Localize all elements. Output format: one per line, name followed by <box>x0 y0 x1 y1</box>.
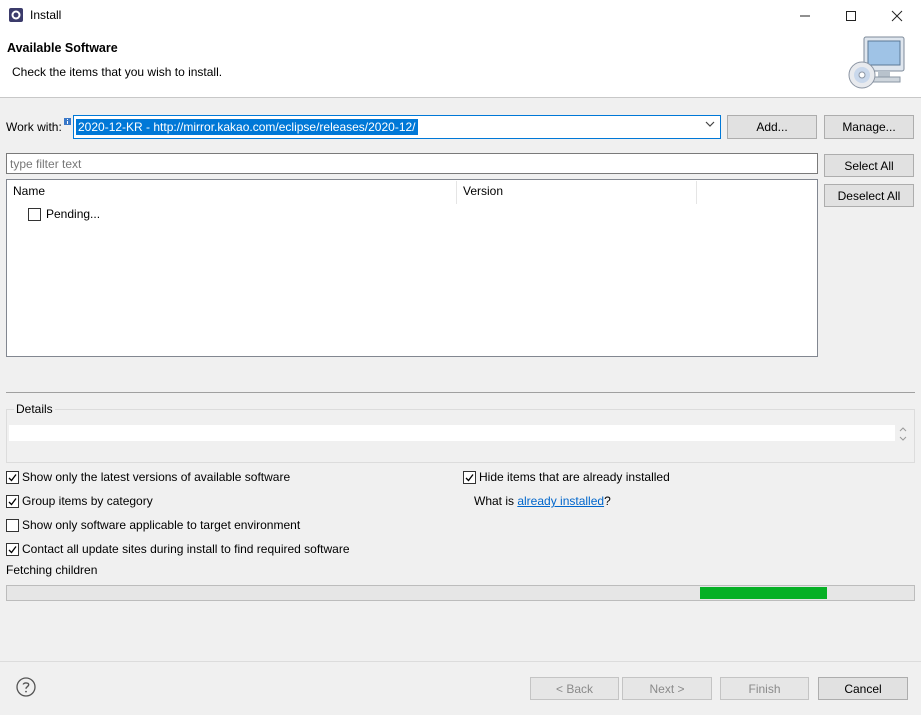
progress-bar <box>6 585 915 601</box>
row-name: Pending... <box>46 207 101 221</box>
contact-all-label: Contact all update sites during install … <box>22 542 350 556</box>
progress-fill <box>700 587 827 599</box>
maximize-icon[interactable] <box>828 0 874 31</box>
group-by-category-label: Group items by category <box>22 494 153 508</box>
contact-all-checkbox[interactable] <box>6 542 19 556</box>
show-latest-option[interactable]: Show only the latest versions of availab… <box>6 470 290 484</box>
add-button[interactable]: Add... <box>727 115 817 139</box>
column-divider <box>696 181 697 204</box>
work-with-combo[interactable]: 2020-12-KR - http://mirror.kakao.com/ecl… <box>73 115 721 139</box>
footer-divider <box>0 661 921 662</box>
work-with-label: Work with: <box>6 120 62 134</box>
status-text: Fetching children <box>6 563 98 577</box>
already-installed-link[interactable]: already installed <box>517 494 604 508</box>
what-is-prefix: What is <box>474 494 518 508</box>
page-title: Available Software <box>7 41 118 55</box>
group-by-category-option[interactable]: Group items by category <box>6 494 153 508</box>
group-by-category-checkbox[interactable] <box>6 494 19 508</box>
show-latest-checkbox[interactable] <box>6 470 19 484</box>
details-label: Details <box>14 402 55 416</box>
table-row[interactable]: Pending... <box>28 207 100 221</box>
row-checkbox[interactable] <box>28 207 41 221</box>
manage-button[interactable]: Manage... <box>824 115 914 139</box>
divider <box>6 392 915 393</box>
back-button[interactable]: < Back <box>530 677 619 700</box>
contact-all-option[interactable]: Contact all update sites during install … <box>6 542 350 556</box>
hide-installed-checkbox[interactable] <box>463 470 476 484</box>
eclipse-app-icon <box>8 7 24 23</box>
help-icon[interactable] <box>16 677 36 697</box>
wizard-header: Available Software Check the items that … <box>0 31 921 98</box>
show-applicable-option[interactable]: Show only software applicable to target … <box>6 518 300 532</box>
page-subtitle: Check the items that you wish to install… <box>12 65 223 79</box>
show-applicable-label: Show only software applicable to target … <box>22 518 301 532</box>
filter-placeholder: type filter text <box>10 157 82 171</box>
column-header-version[interactable]: Version <box>463 184 503 198</box>
install-computer-cd-icon <box>844 35 910 96</box>
hide-installed-label: Hide items that are already installed <box>479 470 670 484</box>
work-with-value: 2020-12-KR - http://mirror.kakao.com/ecl… <box>76 119 418 135</box>
close-icon[interactable] <box>874 0 920 31</box>
what-is-suffix: ? <box>604 494 611 508</box>
cancel-button[interactable]: Cancel <box>818 677 908 700</box>
next-button[interactable]: Next > <box>622 677 712 700</box>
info-decoration-icon <box>64 114 71 125</box>
show-applicable-checkbox[interactable] <box>6 518 19 532</box>
chevron-down-icon[interactable] <box>705 119 715 132</box>
select-all-button[interactable]: Select All <box>824 154 914 177</box>
what-is-installed-text: What is already installed? <box>474 494 611 508</box>
hide-installed-option[interactable]: Hide items that are already installed <box>463 470 670 484</box>
title-bar: Install <box>0 0 921 31</box>
show-latest-label: Show only the latest versions of availab… <box>22 470 291 484</box>
column-header-name[interactable]: Name <box>13 184 45 198</box>
details-text[interactable] <box>9 425 895 441</box>
finish-button[interactable]: Finish <box>720 677 809 700</box>
filter-input[interactable]: type filter text <box>6 153 818 174</box>
minimize-icon[interactable] <box>782 0 828 31</box>
column-divider <box>456 181 457 204</box>
deselect-all-button[interactable]: Deselect All <box>824 184 914 207</box>
details-scroll-icon[interactable] <box>897 425 909 443</box>
window-title: Install <box>30 8 62 22</box>
software-table[interactable]: Name Version Pending... <box>6 179 818 357</box>
